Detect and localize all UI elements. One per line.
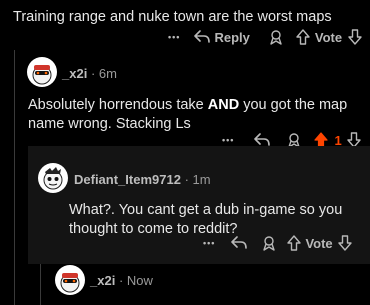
snoo-avatar-icon <box>43 167 63 190</box>
timestamp: 1m <box>192 172 211 187</box>
comment-text-bold: AND <box>207 97 240 113</box>
comment-text-part: Absolutely horrendous take <box>28 97 208 113</box>
comment-actions: ••• Reply Vote <box>168 28 362 46</box>
vote-label: Vote <box>305 235 333 251</box>
award-icon[interactable] <box>261 235 277 251</box>
avatar[interactable] <box>55 265 85 295</box>
reply-arrow-icon[interactable] <box>254 133 271 147</box>
comment-text: Absolutely horrendous take AND you got t… <box>28 96 358 134</box>
comment-actions: ••• Vote <box>203 234 352 252</box>
reply-arrow-icon <box>194 30 211 43</box>
separator-dot: · <box>184 172 193 187</box>
snoo-avatar-icon <box>32 65 52 85</box>
award-icon[interactable] <box>268 29 284 45</box>
thread-rail-1[interactable] <box>14 50 15 305</box>
more-options-button[interactable]: ••• <box>222 135 234 145</box>
comment-text: Training range and nuke town are the wor… <box>13 9 332 25</box>
avatar[interactable] <box>38 163 68 193</box>
comment-author-line: _x2i · Now <box>90 273 153 288</box>
reply-button[interactable]: Reply <box>194 29 250 45</box>
vote-label: Vote <box>314 29 343 45</box>
separator-dot: · <box>118 273 127 288</box>
separator-dot: · <box>90 66 99 81</box>
reply-arrow-icon[interactable] <box>231 236 248 250</box>
avatar[interactable] <box>27 57 57 87</box>
username-link[interactable]: Defiant_Item9712 <box>74 172 181 187</box>
more-options-button[interactable]: ••• <box>168 32 180 42</box>
comment-author-line: Defiant_Item9712 · 1m <box>74 172 211 187</box>
timestamp: 6m <box>98 66 117 81</box>
downvote-icon[interactable] <box>337 235 352 251</box>
more-options-button[interactable]: ••• <box>203 238 215 248</box>
upvote-icon[interactable] <box>287 235 302 251</box>
username-link[interactable]: _x2i <box>62 66 87 81</box>
comment-author-line: _x2i · 6m <box>62 66 117 81</box>
snoo-avatar-icon <box>60 273 80 293</box>
timestamp: Now <box>126 273 153 288</box>
reply-label: Reply <box>214 29 250 45</box>
username-link[interactable]: _x2i <box>90 273 115 288</box>
upvote-icon[interactable] <box>296 29 310 45</box>
downvote-icon[interactable] <box>348 29 362 45</box>
